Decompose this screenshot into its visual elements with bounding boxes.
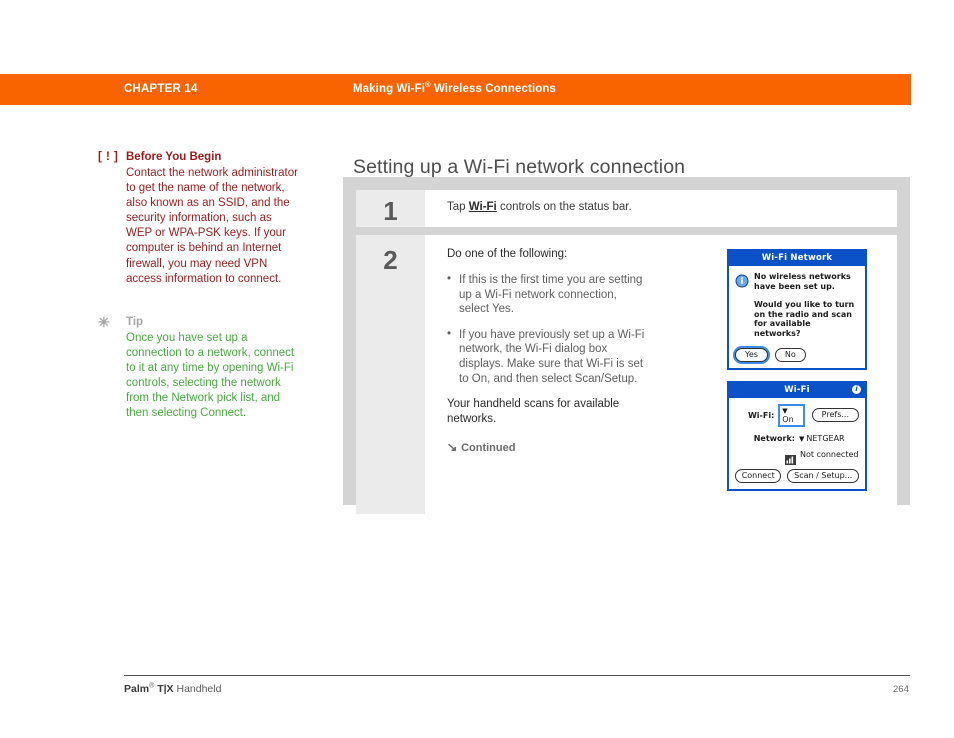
wifi-network-dialog: Wi-Fi Network No wireless networks have … bbox=[727, 249, 867, 370]
step-row: 1 Tap Wi-Fi controls on the status bar. bbox=[356, 190, 897, 227]
tip-block: ✳ Tip Once you have set up a connection … bbox=[98, 313, 298, 422]
tip-body: Tip Once you have set up a connection to… bbox=[126, 315, 298, 422]
step-screenshots-column: Wi-Fi Network No wireless networks have … bbox=[727, 247, 887, 502]
page-number: 264 bbox=[893, 684, 909, 695]
wifi-controls-link[interactable]: Wi-Fi bbox=[469, 201, 497, 213]
scan-setup-button[interactable]: Scan / Setup... bbox=[787, 468, 860, 483]
footer-product-model: T|X bbox=[154, 683, 174, 695]
list-item: If you have previously set up a Wi-Fi ne… bbox=[447, 327, 649, 386]
list-item: If this is the first time you are settin… bbox=[447, 272, 649, 317]
tip-heading: Tip bbox=[126, 315, 144, 328]
continued-text: Continued bbox=[461, 442, 516, 455]
wifi-label: Wi-Fi: bbox=[747, 410, 775, 420]
chevron-down-icon: ▼ bbox=[782, 406, 788, 415]
wifi-state-select[interactable]: ▼On bbox=[778, 403, 805, 427]
wifi-network-message-row: No wireless networks have been set up. bbox=[735, 272, 859, 291]
step-content: Do one of the following: If this is the … bbox=[425, 235, 897, 514]
step-1-text-post: controls on the status bar. bbox=[496, 201, 632, 213]
wifi-network-message: No wireless networks have been set up. bbox=[754, 272, 851, 291]
network-value: NETGEAR bbox=[806, 433, 845, 443]
wifi-dialog-title-text: Wi-Fi bbox=[784, 384, 810, 395]
asterisk-icon: ✳ bbox=[98, 313, 110, 330]
step-text-column: Tap Wi-Fi controls on the status bar. bbox=[447, 200, 887, 216]
yes-button[interactable]: Yes bbox=[735, 347, 768, 362]
before-you-begin-text: Contact the network administrator to get… bbox=[126, 167, 298, 285]
wifi-network-question: Would you like to turn on the radio and … bbox=[754, 300, 855, 338]
arrow-down-right-icon: ↘ bbox=[446, 440, 458, 455]
wifi-dialog-body: Wi-Fi: ▼On Prefs... Network: ▼ NETGEAR N… bbox=[729, 397, 865, 489]
step-text-column: Do one of the following: If this is the … bbox=[446, 247, 727, 502]
no-button[interactable]: No bbox=[774, 347, 806, 362]
step-number: 1 bbox=[356, 190, 425, 227]
header-title-suffix: Wireless Connections bbox=[430, 83, 556, 95]
info-icon bbox=[735, 273, 749, 288]
chevron-down-icon: ▼ bbox=[799, 434, 805, 443]
before-you-begin-body: Before You Begin Contact the network adm… bbox=[126, 150, 298, 287]
step-content: Tap Wi-Fi controls on the status bar. bbox=[425, 190, 897, 227]
wifi-toggle-row: Wi-Fi: ▼On Prefs... bbox=[735, 403, 859, 427]
page-title: Setting up a Wi-Fi network connection bbox=[353, 156, 686, 179]
page-header-title: Making Wi-Fi® Wireless Connections bbox=[353, 81, 556, 95]
footer-product-suffix: Handheld bbox=[173, 683, 222, 695]
wifi-dialog-title: Wi-Fi i bbox=[729, 382, 865, 398]
wifi-network-dialog-body: No wireless networks have been set up. W… bbox=[729, 266, 865, 368]
connect-button[interactable]: Connect bbox=[735, 468, 782, 483]
connection-status-text: Not connected bbox=[800, 450, 859, 460]
step-2-lead: Do one of the following: bbox=[447, 248, 568, 260]
info-icon[interactable]: i bbox=[852, 384, 861, 394]
wifi-state-value: On bbox=[782, 414, 794, 424]
step-1-instruction: Tap Wi-Fi controls on the status bar. bbox=[447, 200, 887, 215]
chapter-label: CHAPTER 14 bbox=[124, 83, 198, 95]
step-row: 2 Do one of the following: If this is th… bbox=[356, 235, 897, 514]
network-label: Network: bbox=[753, 433, 795, 443]
tip-text: Once you have set up a connection to a n… bbox=[126, 331, 295, 420]
footer-product-name: Palm bbox=[124, 683, 150, 695]
wifi-network-button-row: Yes No bbox=[735, 347, 859, 362]
signal-strength-icon bbox=[785, 450, 796, 465]
step-1-text-pre: Tap bbox=[447, 201, 469, 213]
sidebar: [ ! ] Before You Begin Contact the netwo… bbox=[98, 150, 298, 439]
continued-label: ↘ Continued bbox=[446, 440, 727, 455]
prefs-button[interactable]: Prefs... bbox=[811, 408, 859, 423]
wifi-network-dialog-title: Wi-Fi Network bbox=[729, 251, 865, 266]
footer-product-label: Palm® T|X Handheld bbox=[124, 683, 222, 696]
steps-container: 1 Tap Wi-Fi controls on the status bar. … bbox=[343, 177, 910, 514]
step-number: 2 bbox=[356, 235, 425, 514]
wifi-dialog: Wi-Fi i Wi-Fi: ▼On Prefs... Network: ▼ NE… bbox=[727, 380, 867, 491]
connection-status-row: Not connected bbox=[785, 450, 859, 465]
before-you-begin-heading: Before You Begin bbox=[126, 151, 222, 163]
wifi-dialog-button-row: Connect Scan / Setup... bbox=[735, 468, 860, 483]
header-title-text: Making Wi-Fi bbox=[353, 83, 426, 95]
footer-divider bbox=[124, 675, 910, 676]
step-2-note: Your handheld scans for available networ… bbox=[447, 398, 620, 425]
warning-bracket-icon: [ ! ] bbox=[98, 151, 119, 163]
network-select[interactable]: ▼ NETGEAR bbox=[799, 434, 845, 443]
network-row: Network: ▼ NETGEAR bbox=[735, 434, 859, 443]
before-you-begin-block: [ ! ] Before You Begin Contact the netwo… bbox=[98, 150, 298, 287]
